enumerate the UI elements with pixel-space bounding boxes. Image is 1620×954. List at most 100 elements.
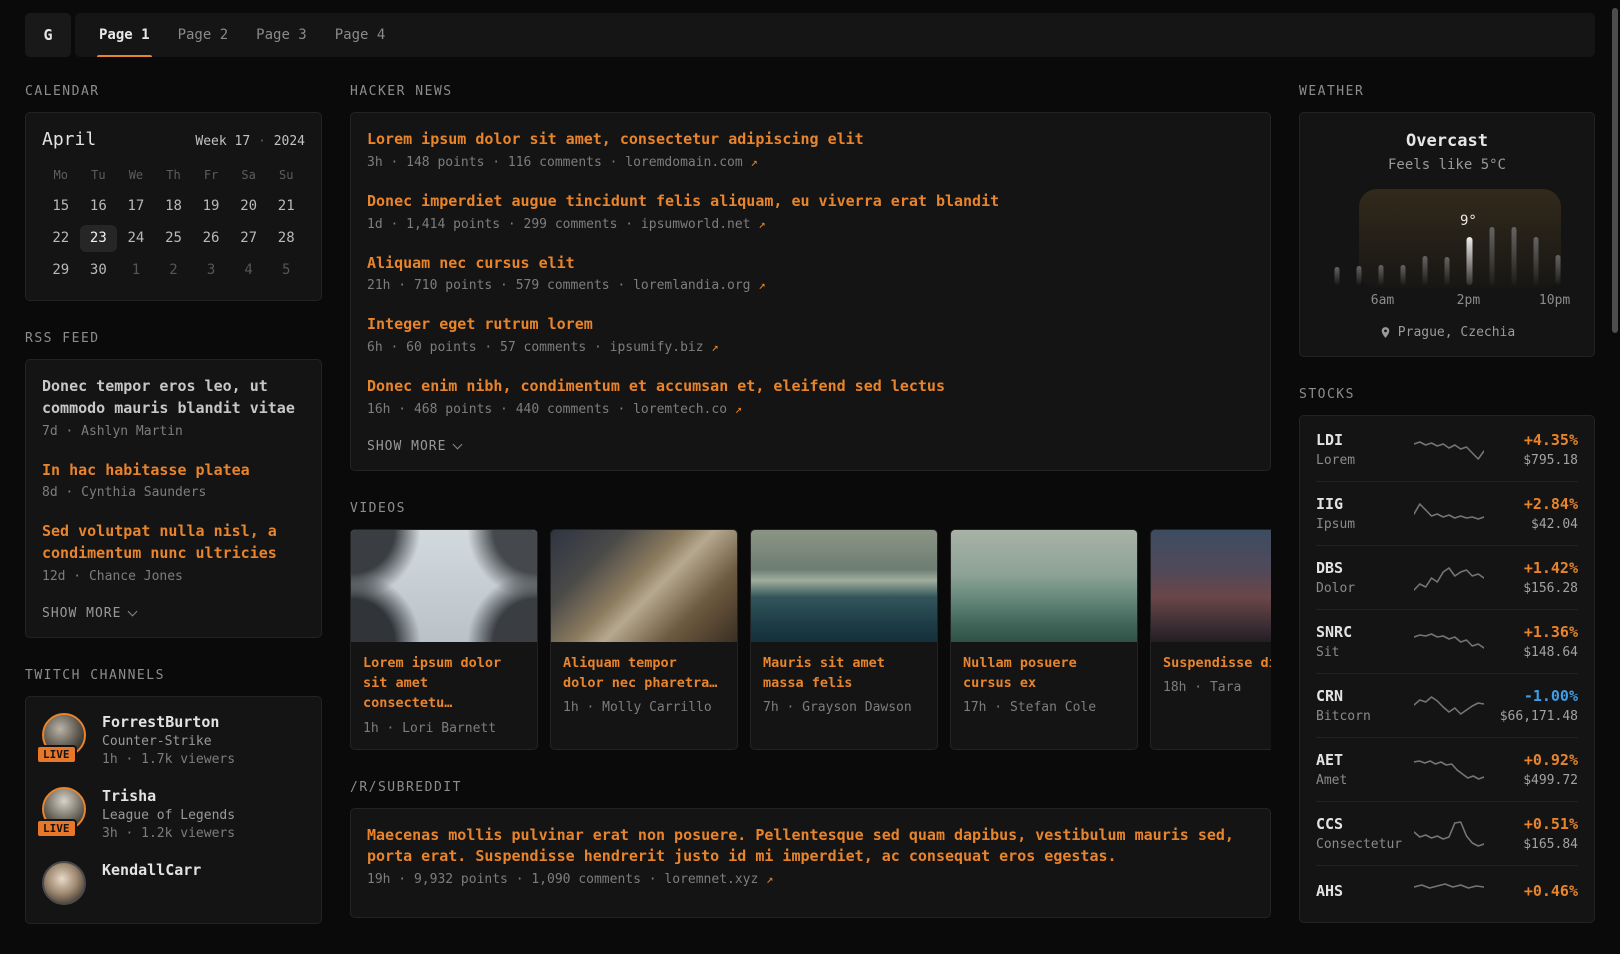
video-meta: 7h · Grayson Dawson [763, 700, 925, 715]
calendar-day[interactable]: 27 [230, 225, 268, 252]
tab-page-4[interactable]: Page 4 [321, 13, 400, 57]
stock-ticker: CRN [1316, 687, 1412, 705]
video-thumbnail-canoe-lake[interactable] [951, 530, 1137, 642]
calendar-day[interactable]: 28 [267, 225, 305, 252]
chevron-down-icon [453, 439, 463, 449]
stock-name: Lorem [1316, 453, 1412, 468]
weather-section: WEATHER Overcast Feels like 5°C 9° 6am 2… [1299, 84, 1595, 357]
avatar [42, 861, 86, 905]
video-card[interactable]: Lorem ipsum dolor sit amet consectetu… 1… [350, 529, 538, 750]
twitch-channel-name[interactable]: KendallCarr [102, 861, 201, 879]
external-link-icon[interactable]: ↗ [758, 217, 765, 231]
video-meta: 1h · Molly Carrillo [563, 700, 725, 715]
rss-item-meta: 7d · Ashlyn Martin [42, 424, 305, 439]
calendar-day[interactable]: 1 [117, 257, 155, 284]
video-card[interactable]: Suspendisse diam 18h · Tara [1150, 529, 1271, 750]
stock-row[interactable]: IIG Ipsum +2.84% $42.04 [1316, 481, 1578, 545]
video-card[interactable]: Mauris sit amet massa felis 7h · Grayson… [750, 529, 938, 750]
hn-item-link[interactable]: Lorem ipsum dolor sit amet, consectetur … [367, 129, 1254, 151]
external-link-icon[interactable]: ↗ [735, 402, 742, 416]
twitch-channel-name[interactable]: Trisha [102, 787, 235, 805]
video-title-link[interactable]: Nullam posuere cursus ex [963, 653, 1125, 694]
calendar-day[interactable]: 4 [230, 257, 268, 284]
stock-row[interactable]: SNRC Sit +1.36% $148.64 [1316, 609, 1578, 673]
hn-item-link[interactable]: Aliquam nec cursus elit [367, 253, 1254, 275]
chevron-down-icon [128, 606, 138, 616]
calendar-day[interactable]: 29 [42, 257, 80, 284]
rss-show-more-button[interactable]: SHOW MORE [42, 606, 136, 621]
app-logo[interactable]: G [25, 13, 71, 57]
tab-page-2[interactable]: Page 2 [164, 13, 243, 57]
stock-row[interactable]: CCS Consectetur +0.51% $165.84 [1316, 801, 1578, 865]
calendar-day[interactable]: 23 [80, 225, 118, 252]
stock-row[interactable]: DBS Dolor +1.42% $156.28 [1316, 545, 1578, 609]
twitch-channel-game: Counter-Strike [102, 734, 235, 749]
hn-item-link[interactable]: Donec imperdiet augue tincidunt felis al… [367, 191, 1254, 213]
stock-name: Dolor [1316, 581, 1412, 596]
stock-name: Consectetur [1316, 837, 1412, 852]
hn-item-meta: 6h · 60 points · 57 comments · ipsumify.… [367, 340, 1254, 355]
reddit-post-link[interactable]: Maecenas mollis pulvinar erat non posuer… [367, 825, 1254, 869]
stock-name: Amet [1316, 773, 1412, 788]
video-title-link[interactable]: Suspendisse diam [1163, 653, 1271, 673]
calendar-day[interactable]: 2 [155, 257, 193, 284]
calendar-day[interactable]: 21 [267, 193, 305, 220]
video-title-link[interactable]: Aliquam tempor dolor nec pharetra… [563, 653, 725, 694]
page-scrollbar[interactable] [1612, 8, 1618, 333]
video-thumbnail-misty-silhouette[interactable] [1151, 530, 1271, 642]
external-link-icon[interactable]: ↗ [711, 340, 718, 354]
hacker-news-section-title: HACKER NEWS [350, 84, 1271, 99]
video-thumbnail-sea-boat[interactable] [751, 530, 937, 642]
stock-row[interactable]: AHS +0.46% [1316, 865, 1578, 920]
weather-time-label: 10pm [1539, 293, 1570, 308]
stock-ticker: CCS [1316, 815, 1412, 833]
calendar-day[interactable]: 22 [42, 225, 80, 252]
stock-sparkline [1414, 564, 1484, 592]
calendar-day[interactable]: 25 [155, 225, 193, 252]
calendar-week-year: Week 17 · 2024 [195, 134, 305, 149]
hacker-news-section: HACKER NEWS Lorem ipsum dolor sit amet, … [350, 84, 1271, 471]
video-title-link[interactable]: Mauris sit amet massa felis [763, 653, 925, 694]
stock-price: $795.18 [1486, 453, 1578, 468]
video-card[interactable]: Aliquam tempor dolor nec pharetra… 1h · … [550, 529, 738, 750]
video-thumbnail-camera-hands[interactable] [551, 530, 737, 642]
calendar-day[interactable]: 16 [80, 193, 118, 220]
rss-item-link[interactable]: In hac habitasse platea [42, 460, 305, 482]
page-tabs: Page 1 Page 2 Page 3 Page 4 [75, 13, 1595, 57]
stock-row[interactable]: AET Amet +0.92% $499.72 [1316, 737, 1578, 801]
external-link-icon[interactable]: ↗ [766, 872, 773, 886]
twitch-channel-row[interactable]: LIVE ForrestBurton Counter-Strike 1h · 1… [42, 713, 305, 767]
stock-price: $165.84 [1486, 837, 1578, 852]
twitch-channel-name[interactable]: ForrestBurton [102, 713, 235, 731]
weather-time-label: 6am [1371, 293, 1394, 308]
external-link-icon[interactable]: ↗ [751, 155, 758, 169]
hn-item-link[interactable]: Integer eget rutrum lorem [367, 314, 1254, 336]
calendar-day[interactable]: 15 [42, 193, 80, 220]
calendar-day[interactable]: 20 [230, 193, 268, 220]
reddit-post-meta: 19h · 9,932 points · 1,090 comments · lo… [367, 872, 1254, 887]
calendar-day[interactable]: 24 [117, 225, 155, 252]
rss-item-link[interactable]: Donec tempor eros leo, ut commodo mauris… [42, 376, 305, 420]
hn-item-link[interactable]: Donec enim nibh, condimentum et accumsan… [367, 376, 1254, 398]
hn-show-more-button[interactable]: SHOW MORE [367, 439, 461, 454]
external-link-icon[interactable]: ↗ [758, 278, 765, 292]
calendar-day[interactable]: 18 [155, 193, 193, 220]
stock-ticker: LDI [1316, 431, 1412, 449]
video-title-link[interactable]: Lorem ipsum dolor sit amet consectetu… [363, 653, 525, 714]
calendar-day[interactable]: 30 [80, 257, 118, 284]
calendar-day[interactable]: 3 [192, 257, 230, 284]
calendar-day[interactable]: 5 [267, 257, 305, 284]
calendar-day[interactable]: 26 [192, 225, 230, 252]
video-thumbnail-pillars-sky[interactable] [351, 530, 537, 642]
calendar-dow-we: We [117, 160, 155, 188]
rss-item-link[interactable]: Sed volutpat nulla nisl, a condimentum n… [42, 521, 305, 565]
calendar-day[interactable]: 19 [192, 193, 230, 220]
tab-page-1[interactable]: Page 1 [85, 13, 164, 57]
tab-page-3[interactable]: Page 3 [242, 13, 321, 57]
calendar-day[interactable]: 17 [117, 193, 155, 220]
stock-row[interactable]: CRN Bitcorn -1.00% $66,171.48 [1316, 673, 1578, 737]
location-pin-icon [1379, 326, 1392, 339]
stock-row[interactable]: LDI Lorem +4.35% $795.18 [1316, 418, 1578, 481]
twitch-channel-row[interactable]: LIVE Trisha League of Legends 3h · 1.2k … [42, 787, 305, 841]
video-card[interactable]: Nullam posuere cursus ex 17h · Stefan Co… [950, 529, 1138, 750]
